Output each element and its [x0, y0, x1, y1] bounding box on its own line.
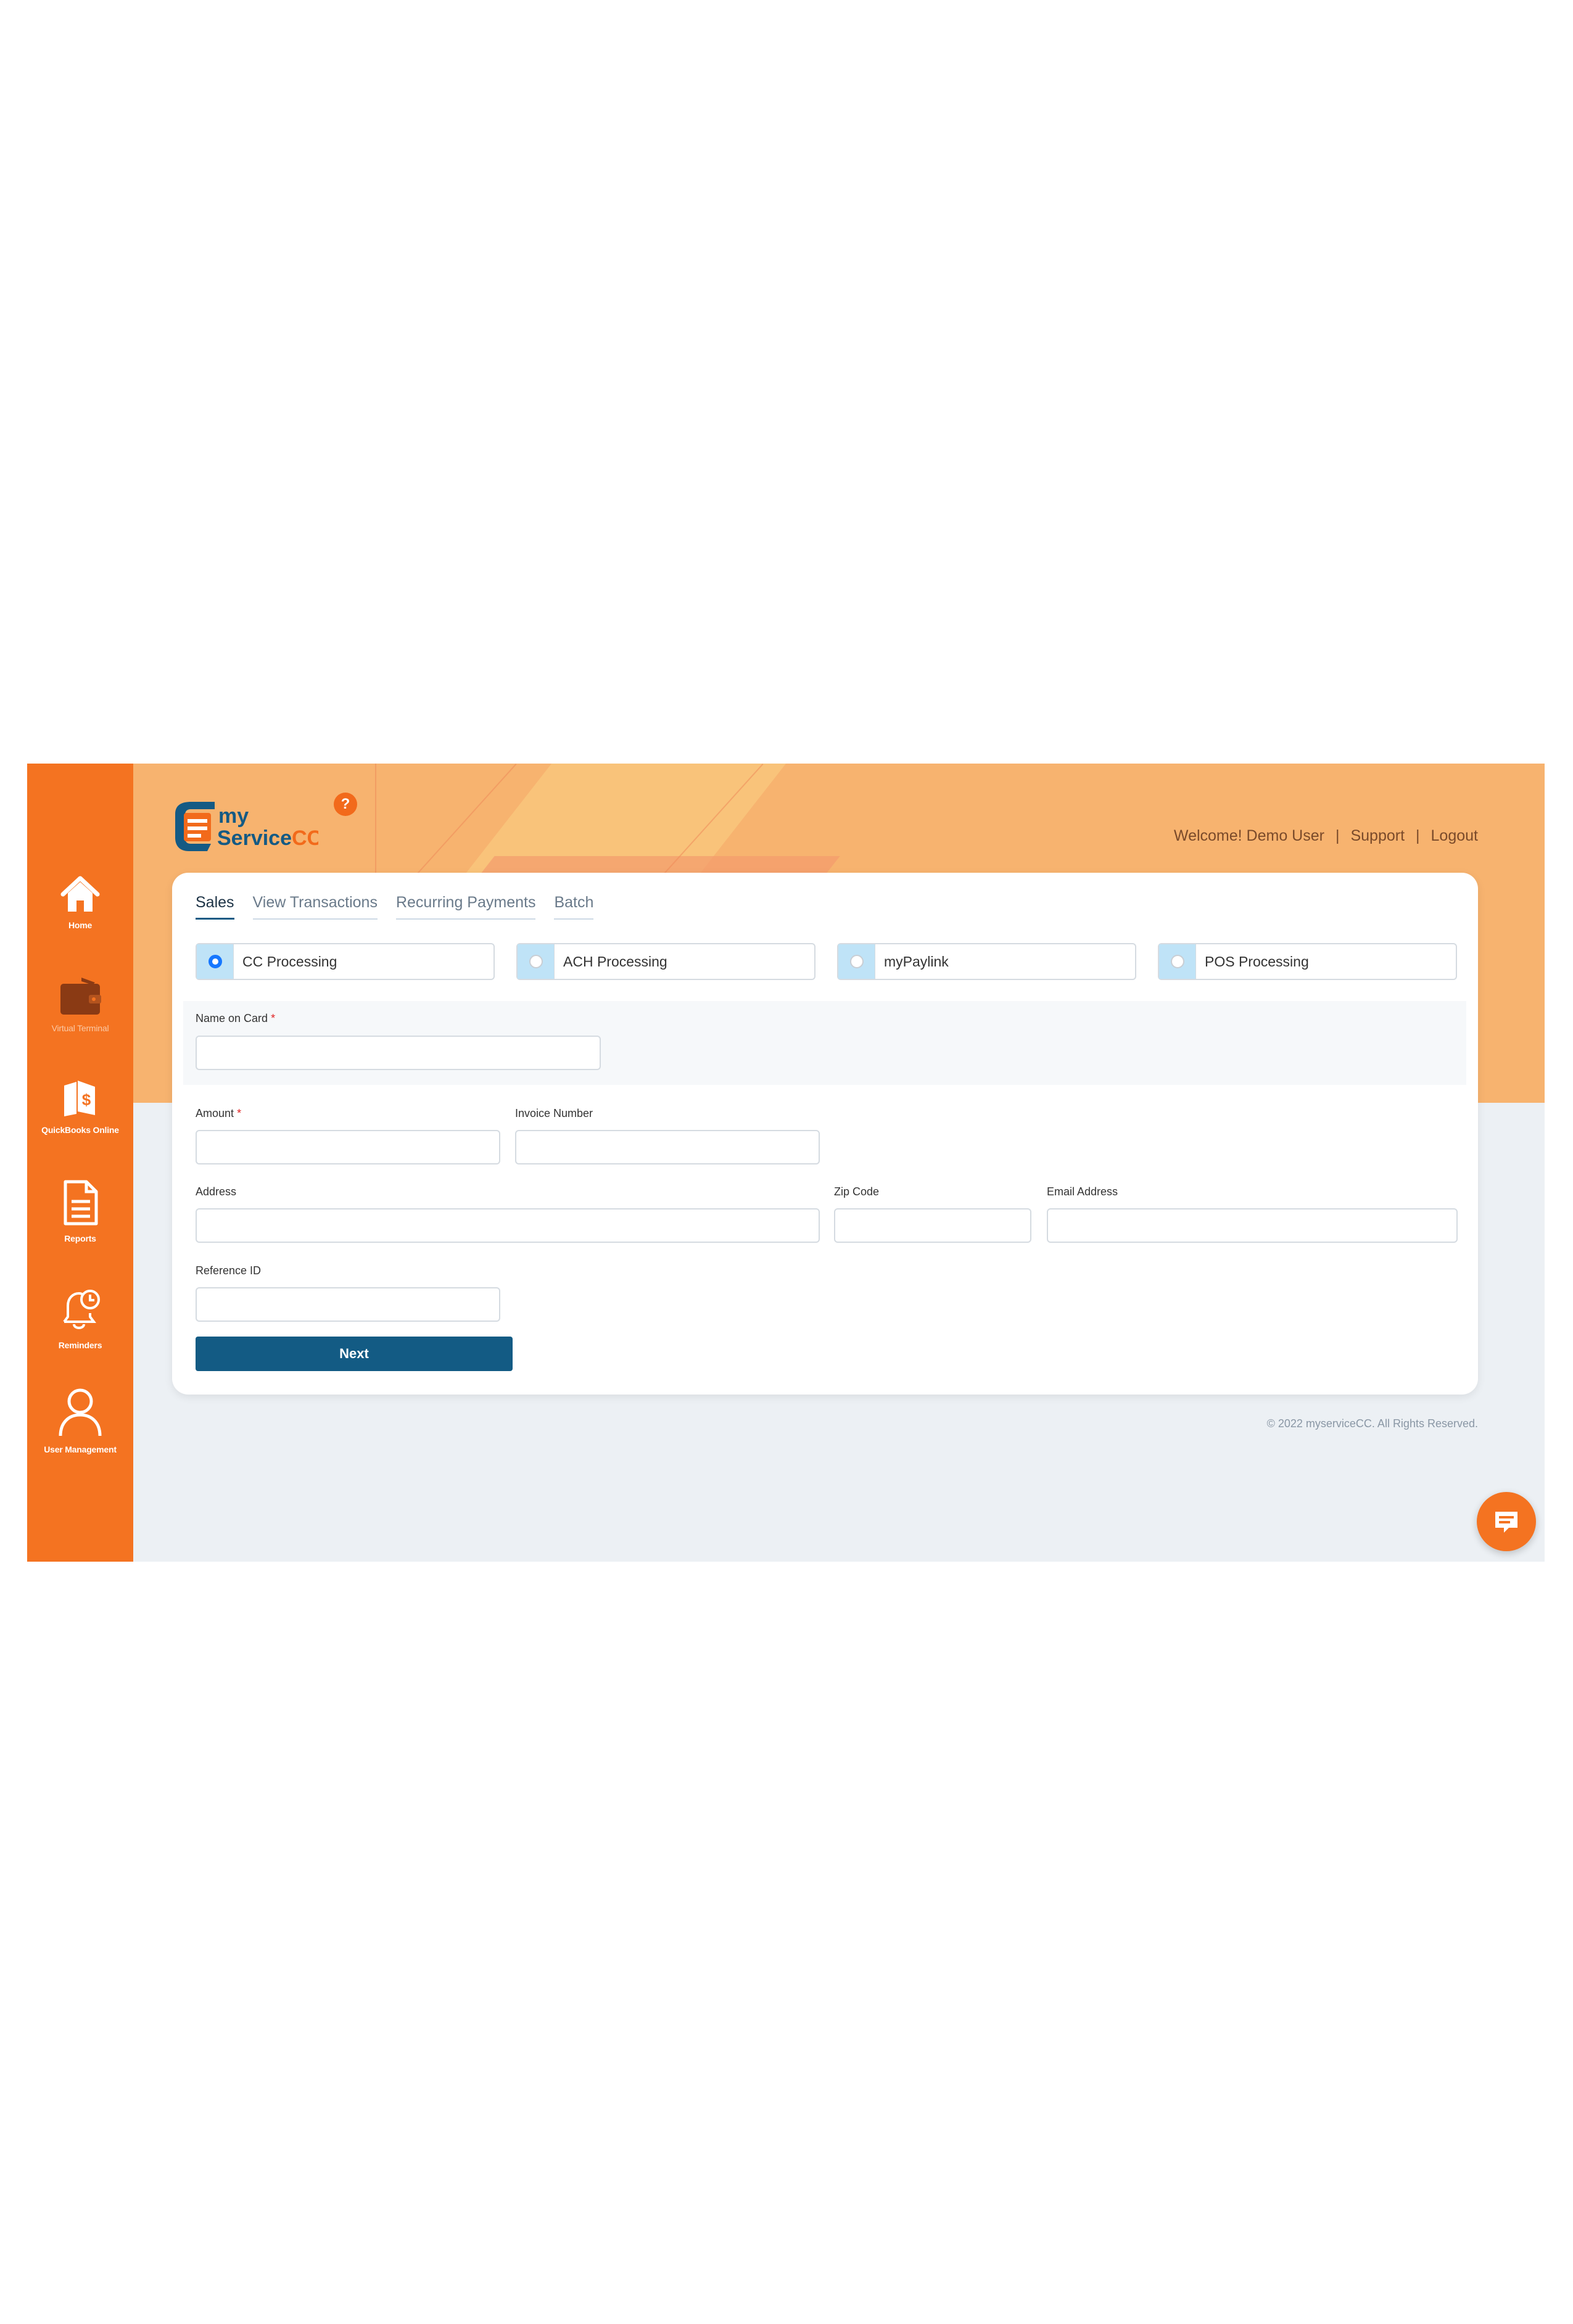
tab-batch[interactable]: Batch	[554, 894, 594, 920]
nav-separator: |	[1335, 827, 1340, 844]
sidebar-item-label: User Management	[44, 1444, 117, 1454]
tab-recurring-payments[interactable]: Recurring Payments	[395, 894, 536, 920]
cc-processing-option[interactable]: CC Processing	[196, 943, 495, 980]
footer-copyright: © 2022 myserviceCC. All Rights Reserved.	[1266, 1417, 1478, 1430]
sidebar: Home Virtual Terminal $ QuickBooks Onlin…	[27, 764, 133, 1562]
bell-clock-icon	[63, 1290, 100, 1329]
app-window: Home Virtual Terminal $ QuickBooks Onlin…	[27, 764, 1545, 1562]
sidebar-item-label: Reports	[64, 1234, 96, 1243]
svg-text:$: $	[82, 1090, 91, 1109]
pos-processing-option[interactable]: POS Processing	[1158, 943, 1457, 980]
sidebar-item-label: Reminders	[58, 1340, 102, 1350]
address-input[interactable]	[196, 1208, 820, 1243]
sidebar-item-user-management[interactable]: User Management	[27, 1387, 133, 1454]
tab-view-transactions[interactable]: View Transactions	[252, 894, 378, 920]
zip-code-input[interactable]	[834, 1208, 1031, 1243]
zip-code-label: Zip Code	[834, 1185, 880, 1198]
sidebar-item-home[interactable]: Home	[27, 875, 133, 930]
sales-card: Sales View Transactions Recurring Paymen…	[172, 873, 1478, 1395]
tab-bar: Sales View Transactions Recurring Paymen…	[196, 894, 594, 920]
nav-separator: |	[1416, 827, 1420, 844]
banner-line	[375, 764, 376, 875]
help-icon[interactable]: ?	[334, 793, 357, 816]
tab-sales[interactable]: Sales	[196, 894, 234, 920]
next-button[interactable]: Next	[196, 1337, 513, 1371]
amount-label: Amount *	[196, 1107, 242, 1119]
option-label: myPaylink	[884, 953, 949, 970]
email-address-label: Email Address	[1047, 1185, 1118, 1198]
sidebar-item-reminders[interactable]: Reminders	[27, 1285, 133, 1350]
ach-processing-option[interactable]: ACH Processing	[516, 943, 815, 980]
invoice-number-label: Invoice Number	[515, 1107, 593, 1119]
logo-text-my: my	[218, 804, 249, 828]
name-on-card-label: Name on Card *	[196, 1012, 276, 1024]
document-icon	[64, 1180, 98, 1226]
option-label: CC Processing	[242, 953, 337, 970]
svg-text:ServiceCC: ServiceCC	[217, 826, 318, 850]
top-navigation: Welcome! Demo User | Support | Logout	[1174, 827, 1478, 845]
logout-link[interactable]: Logout	[1431, 827, 1478, 845]
sidebar-item-virtual-terminal[interactable]: Virtual Terminal	[27, 975, 133, 1033]
radio-button[interactable]	[518, 944, 555, 979]
reference-id-label: Reference ID	[196, 1264, 262, 1277]
support-link[interactable]: Support	[1350, 827, 1405, 845]
radio-button[interactable]	[197, 944, 234, 979]
wallet-icon	[60, 978, 101, 1015]
radio-button[interactable]	[1159, 944, 1196, 979]
sidebar-item-label: QuickBooks Online	[41, 1125, 119, 1135]
address-label: Address	[196, 1185, 237, 1198]
home-icon	[60, 876, 100, 912]
sidebar-item-quickbooks[interactable]: $ QuickBooks Online	[27, 1077, 133, 1135]
quickbooks-icon: $	[64, 1081, 95, 1116]
option-label: ACH Processing	[563, 953, 667, 970]
mypaylink-option[interactable]: myPaylink	[837, 943, 1136, 980]
radio-button[interactable]	[838, 944, 875, 979]
logo-text-service: Service	[217, 826, 292, 850]
invoice-number-input[interactable]	[515, 1130, 820, 1164]
sidebar-item-label: Home	[68, 920, 93, 930]
option-label: POS Processing	[1205, 953, 1309, 970]
chat-icon	[1495, 1512, 1517, 1533]
amount-input[interactable]	[196, 1130, 500, 1164]
welcome-user-link[interactable]: Welcome! Demo User	[1174, 827, 1324, 845]
name-on-card-input[interactable]	[196, 1036, 601, 1070]
myservicecc-logo[interactable]: my ServiceCC	[170, 796, 318, 857]
sidebar-item-label: Virtual Terminal	[51, 1023, 109, 1033]
logo-text-cc: CC	[292, 826, 318, 850]
reference-id-input[interactable]	[196, 1287, 500, 1322]
email-address-input[interactable]	[1047, 1208, 1458, 1243]
sidebar-item-reports[interactable]: Reports	[27, 1178, 133, 1243]
chat-button[interactable]	[1477, 1492, 1536, 1551]
user-icon	[59, 1388, 102, 1436]
